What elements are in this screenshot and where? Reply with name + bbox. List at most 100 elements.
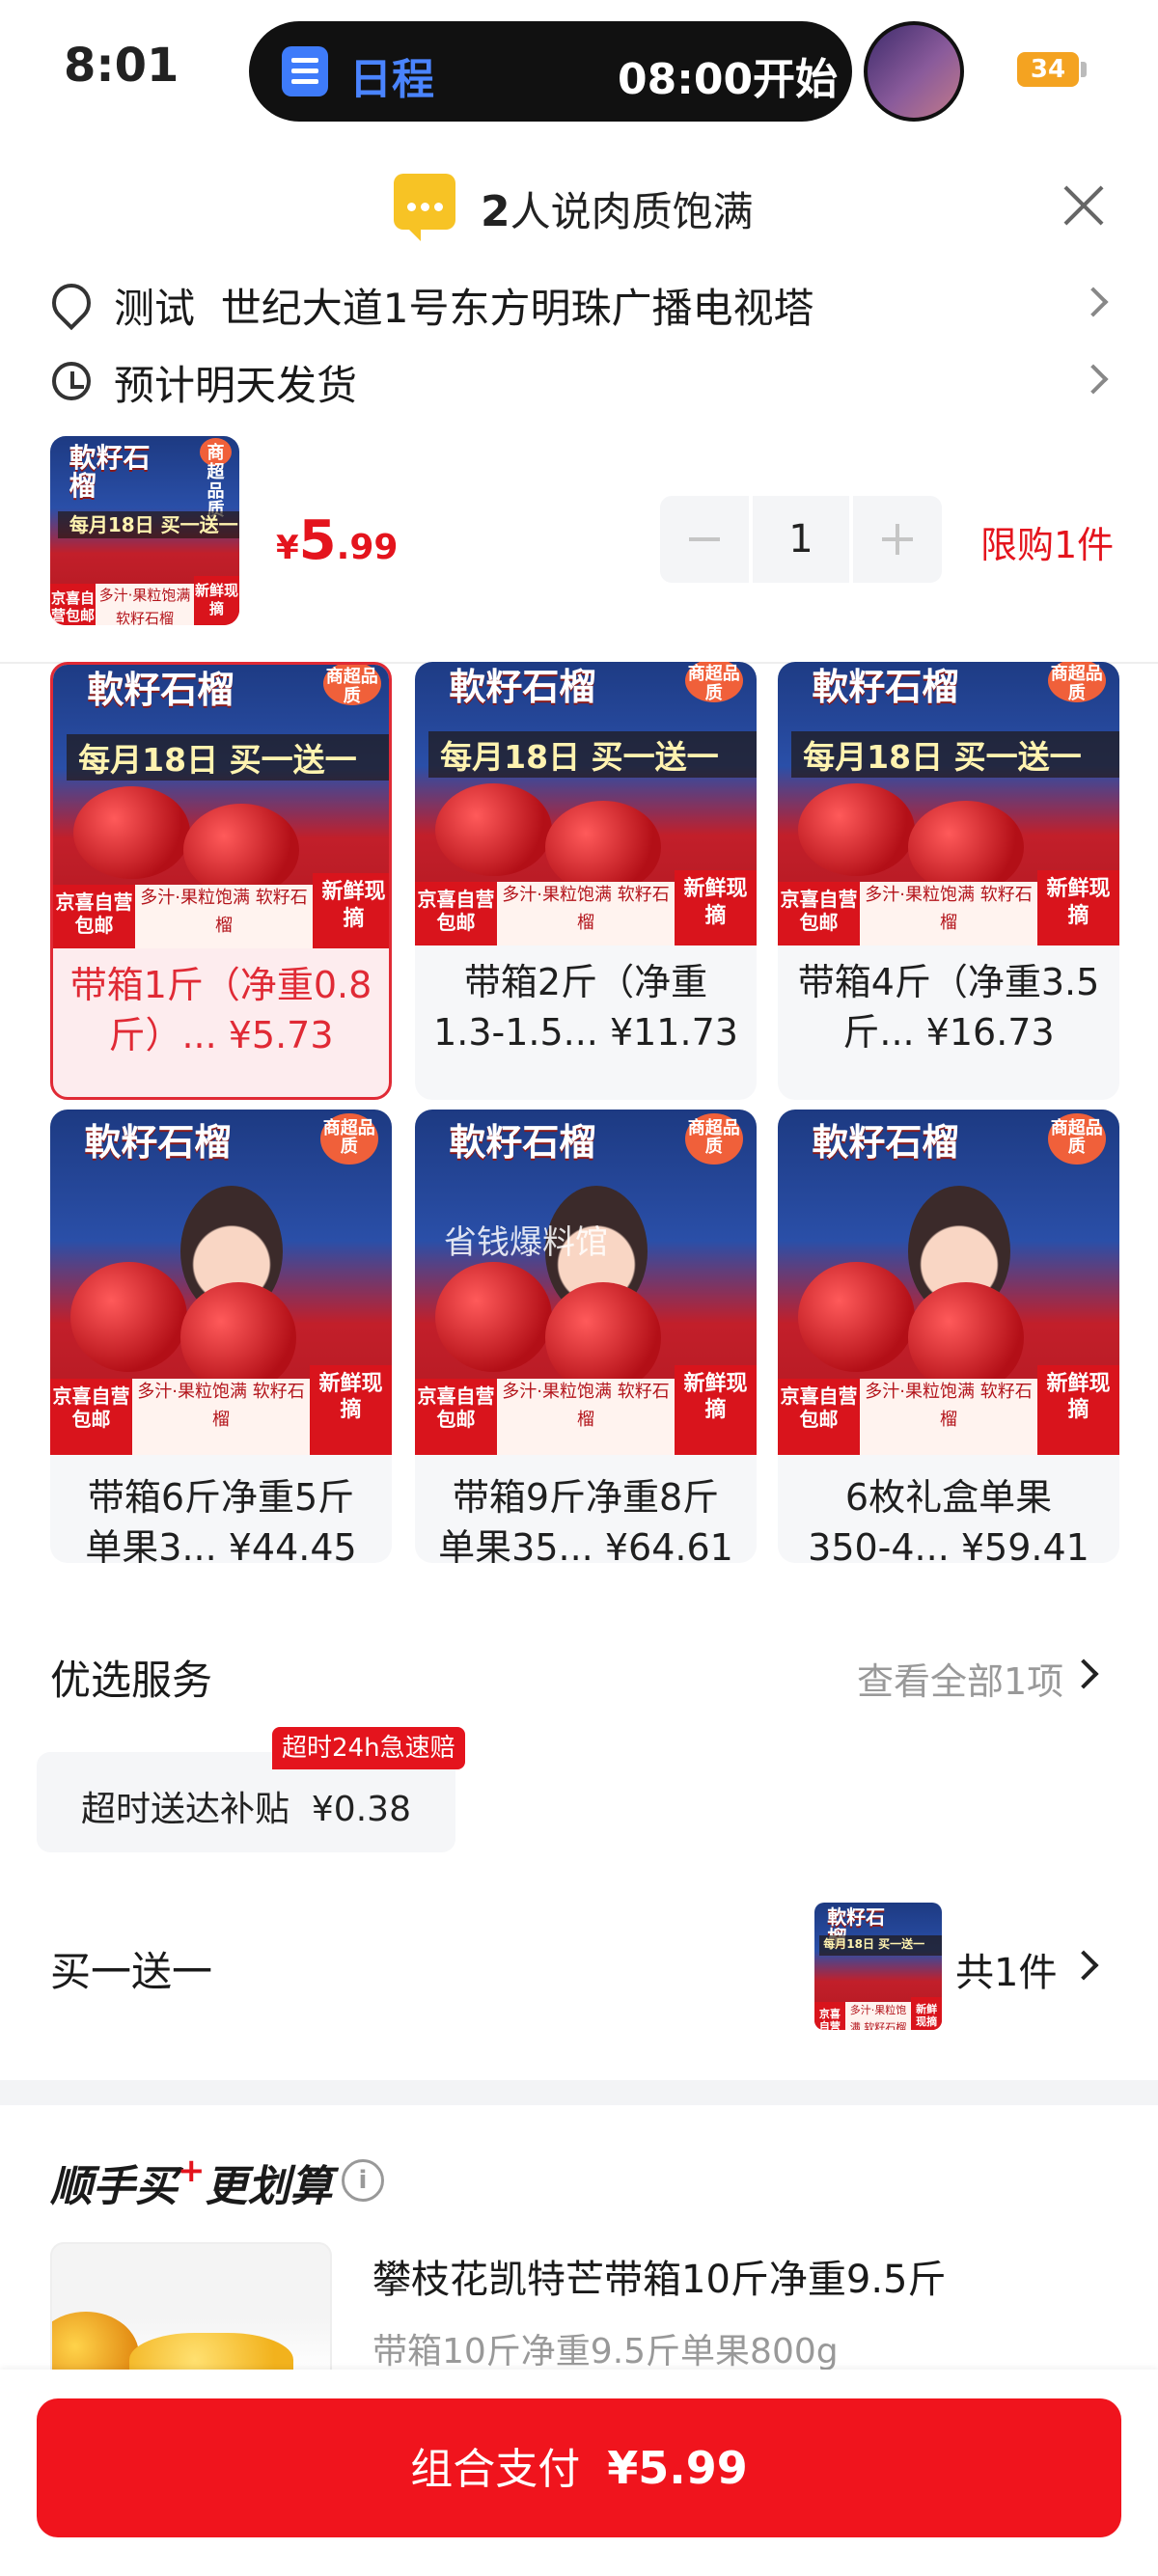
thumb-band: 每月18日 买一送一 <box>428 731 757 778</box>
services-title: 优选服务 <box>50 1657 213 1704</box>
thumb-tag-left: 京喜自营包邮 <box>53 885 135 948</box>
chevron-right-icon[interactable] <box>1068 1950 1099 1981</box>
thumb-tag-left: 京喜自营包邮 <box>778 882 860 945</box>
minus-icon[interactable] <box>660 496 749 583</box>
thumb-band: 每月18日 买一送一 <box>819 1935 942 1957</box>
variant-option[interactable]: 軟籽石榴 商超品质 每月18日 买一送一 京喜自营包邮 多汁·果粒饱满 软籽石榴 新鲜现摘… <box>415 662 757 1100</box>
pomegranate-image <box>435 1261 552 1373</box>
thumb-tag-left: 京喜自营包邮 <box>415 1379 497 1455</box>
pomegranate-image <box>544 1282 661 1393</box>
bogo-gift-image[interactable]: 軟籽石榴 每月18日 买一送一 京喜自营包邮 多汁·果粒饱满 软籽石榴 新鲜现摘 <box>814 1903 942 2030</box>
pomegranate-image <box>179 1282 296 1393</box>
shipping-estimate[interactable]: 预计明天发货 <box>114 353 357 412</box>
price-currency: ¥ <box>276 529 299 567</box>
variant-image: 軟籽石榴 商超品质 京喜自营包邮 多汁·果粒饱满 软籽石榴 新鲜现摘 <box>778 1110 1119 1455</box>
variant-label: 带箱1斤（净重0.8 斤）... ¥5.73 <box>53 960 389 1061</box>
battery-icon: 34 <box>1017 52 1079 87</box>
battery-tip <box>1081 62 1087 77</box>
chevron-right-icon[interactable] <box>1078 364 1109 395</box>
variant-label-line: 斤... ¥16.73 <box>842 1011 1055 1055</box>
variant-image: 軟籽石榴 商超品质 京喜自营包邮 多汁·果粒饱满 软籽石榴 新鲜现摘 <box>50 1110 392 1455</box>
close-icon[interactable] <box>1062 183 1106 228</box>
thumb-badge: 商超品质 <box>684 1112 743 1165</box>
quantity-stepper[interactable]: 1 <box>660 496 942 583</box>
thumb-tag-right: 新鲜现摘 <box>310 1364 392 1455</box>
watermark-text: 省钱爆料馆 <box>444 1223 608 1262</box>
thumb-tag-right: 新鲜现摘 <box>193 576 239 625</box>
thumb-tag-left: 京喜自营包邮 <box>50 1379 132 1455</box>
bundle-item-name[interactable]: 攀枝花凯特芒带箱10斤净重9.5斤 <box>372 2248 947 2304</box>
calendar-list-icon <box>282 46 328 96</box>
variant-label-line: 350-4... ¥59.41 <box>808 1526 1089 1563</box>
variant-option[interactable]: 軟籽石榴 商超品质 京喜自营包邮 多汁·果粒饱满 软籽石榴 新鲜现摘 带箱9斤净重8斤 单果… <box>415 1110 757 1563</box>
avatar[interactable] <box>864 21 964 122</box>
thumb-band: 每月18日 买一送一 <box>791 731 1119 778</box>
pay-label: 组合支付 <box>410 2445 581 2494</box>
bogo-count[interactable]: 共1件 <box>955 1941 1057 1997</box>
pay-amount: ¥5.99 <box>607 2442 748 2494</box>
chevron-right-icon[interactable] <box>1078 287 1109 317</box>
pomegranate-image <box>70 1261 187 1373</box>
bundle-item-spec: 带箱10斤净重9.5斤单果800g <box>372 2332 839 2371</box>
thumb-tag-mid: 多汁·果粒饱满 软籽石榴 <box>96 583 194 625</box>
variant-label: 带箱6斤净重5斤单果3... ¥44.45 <box>50 1472 392 1563</box>
variant-image: 軟籽石榴 商超品质 每月18日 买一送一 京喜自营包邮 多汁·果粒饱满 软籽石榴 新鲜现摘 <box>415 662 757 945</box>
variant-label-line: 带箱6斤净重5斤 <box>87 1476 355 1519</box>
thumb-badge: 商超品质 <box>199 437 233 520</box>
thumb-tag-mid: 多汁·果粒饱满 软籽石榴 <box>134 885 314 948</box>
variant-label-line: 带箱1斤（净重0.8 <box>69 964 372 1006</box>
thumb-tag-right: 新鲜现摘 <box>1037 1364 1119 1455</box>
pomegranate-image <box>544 801 661 893</box>
price-integer: 5 <box>298 509 337 572</box>
thumb-tag-left: 京喜自营包邮 <box>415 882 497 945</box>
chevron-right-icon[interactable] <box>1068 1658 1099 1689</box>
price: ¥5.99 <box>276 509 398 572</box>
thumb-badge: 商超品质 <box>1047 662 1106 702</box>
thumb-tag-mid: 多汁·果粒饱满 软籽石榴 <box>859 1379 1038 1455</box>
bundle-item-image[interactable] <box>50 2242 332 2377</box>
address-row[interactable]: 测试 世纪大道1号东方明珠广播电视塔 <box>114 276 813 335</box>
thumb-band: 每月18日 买一送一 <box>67 734 389 781</box>
thumb-tag-right: 新鲜现摘 <box>675 870 757 945</box>
thumb-badge: 商超品质 <box>319 1112 378 1165</box>
thumb-tag-mid: 多汁·果粒饱满 软籽石榴 <box>131 1379 311 1455</box>
variant-label-line: 单果3... ¥44.45 <box>85 1526 357 1563</box>
section-divider <box>0 2080 1158 2105</box>
pomegranate-image <box>907 1282 1024 1393</box>
quantity-value[interactable]: 1 <box>753 496 849 583</box>
variant-option[interactable]: 軟籽石榴 商超品质 每月18日 买一送一 京喜自营包邮 多汁·果粒饱满 软籽石榴 新鲜现摘… <box>50 662 392 1100</box>
variant-image: 軟籽石榴 商超品质 京喜自营包邮 多汁·果粒饱满 软籽石榴 新鲜现摘 <box>415 1110 757 1455</box>
review-summary: 2人说肉质饱满 <box>481 179 754 238</box>
bundle-title-b: 更划算 <box>205 2162 333 2211</box>
service-badge: 超时24h急速赔 <box>272 1727 465 1769</box>
selected-product-image[interactable]: 軟籽石榴 商超品质 每月18日 买一送一 京喜自营包邮 多汁·果粒饱满 软籽石榴… <box>50 436 239 625</box>
variant-image: 軟籽石榴 商超品质 每月18日 买一送一 京喜自营包邮 多汁·果粒饱满 软籽石榴 新鲜现摘 <box>53 665 389 948</box>
thumb-tag-mid: 多汁·果粒饱满 软籽石榴 <box>859 882 1038 945</box>
plus-icon: + <box>178 2151 206 2190</box>
pomegranate-image <box>435 783 552 876</box>
status-time: 8:01 <box>64 39 179 93</box>
variant-label: 带箱9斤净重8斤 单果35... ¥64.61 <box>415 1472 757 1563</box>
thumb-tag-mid: 多汁·果粒饱满 软籽石榴 <box>496 882 676 945</box>
pomegranate-image <box>182 804 299 896</box>
thumb-badge: 商超品质 <box>684 662 743 702</box>
thumb-badge: 商超品质 <box>322 665 381 705</box>
services-view-all[interactable]: 查看全部1项 <box>857 1652 1063 1705</box>
address-detail: 世纪大道1号东方明珠广播电视塔 <box>220 285 814 332</box>
island-time: 08:00开始 <box>618 55 839 104</box>
bogo-title: 买一送一 <box>50 1948 213 1995</box>
variant-label-line: 带箱2斤（净重 <box>463 961 708 1003</box>
info-icon[interactable]: i <box>342 2159 384 2202</box>
variant-option[interactable]: 軟籽石榴 商超品质 京喜自营包邮 多汁·果粒饱满 软籽石榴 新鲜现摘 带箱6斤净重5斤 单果… <box>50 1110 392 1563</box>
chat-bubble-icon <box>394 174 455 241</box>
variant-label: 6枚礼盒单果 350-4... ¥59.41 <box>778 1472 1119 1563</box>
combined-pay-button[interactable]: 组合支付 ¥5.99 <box>37 2398 1121 2537</box>
pomegranate-image <box>798 783 915 876</box>
variant-option[interactable]: 軟籽石榴 商超品质 京喜自营包邮 多汁·果粒饱满 软籽石榴 新鲜现摘 6枚礼盒单果 350-… <box>778 1110 1119 1563</box>
pomegranate-image <box>73 786 190 879</box>
clock-icon <box>52 362 91 400</box>
bundle-title: 顺手买+更划算 <box>50 2151 333 2213</box>
thumb-tag-mid: 多汁·果粒饱满 软籽石榴 <box>844 2001 912 2030</box>
variant-option[interactable]: 軟籽石榴 商超品质 每月18日 买一送一 京喜自营包邮 多汁·果粒饱满 软籽石榴 新鲜现摘… <box>778 662 1119 1100</box>
plus-icon[interactable] <box>853 496 942 583</box>
